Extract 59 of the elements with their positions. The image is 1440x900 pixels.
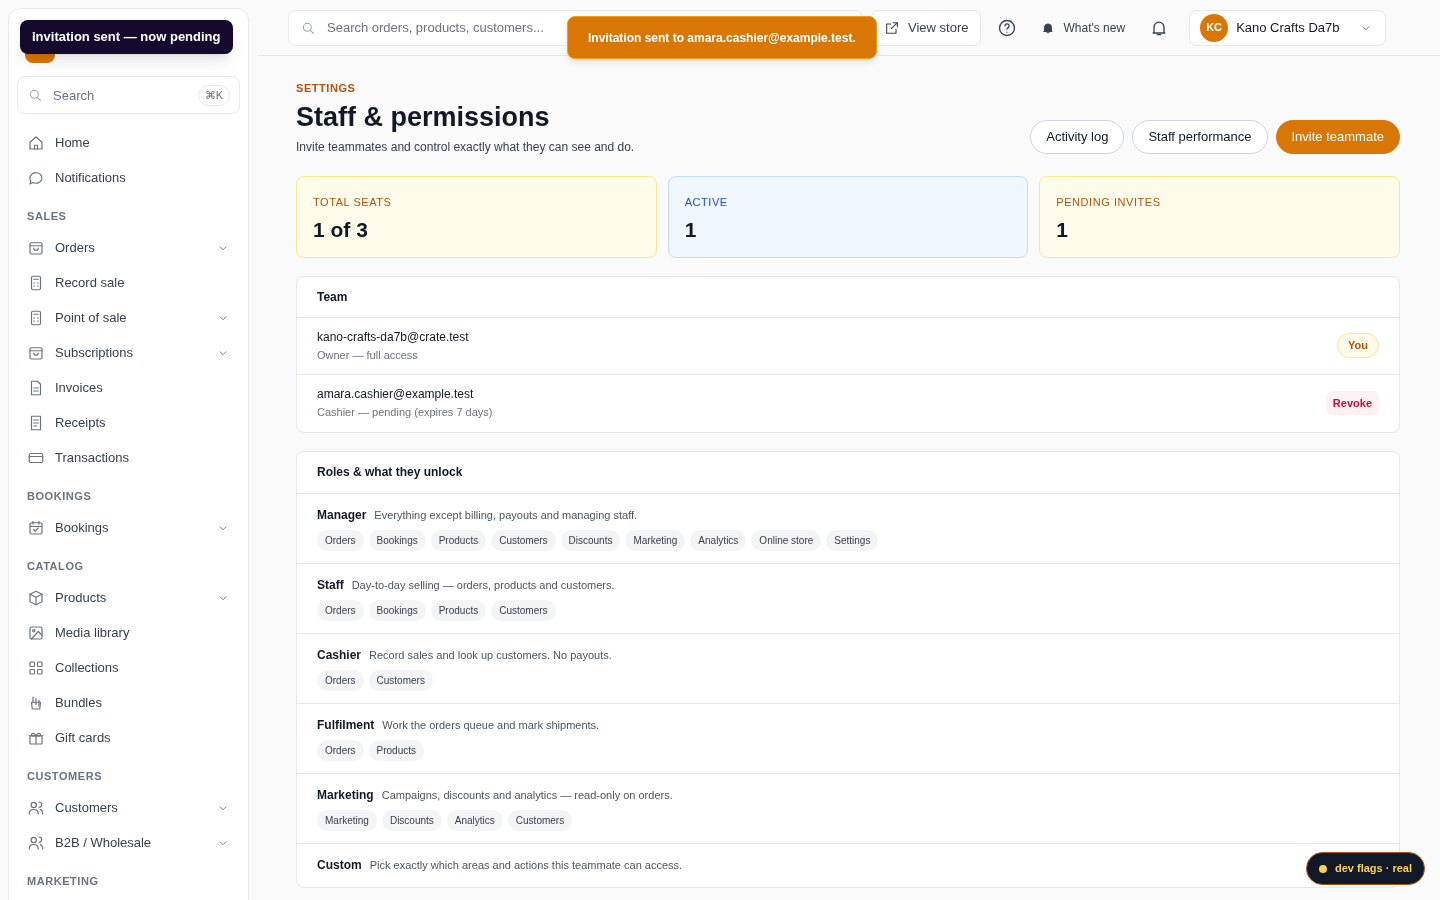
section-heading: CATALOG (26, 559, 85, 574)
area-tag: Online store (751, 529, 822, 551)
role-name: Fulfilment (317, 716, 375, 734)
member-email: kano-crafts-da7b@crate.test (317, 328, 469, 346)
eyebrow: SETTINGS (296, 81, 357, 96)
area-tag: Orders (317, 529, 364, 551)
area-tag: Orders (317, 599, 364, 621)
card-title: Team (297, 276, 1399, 318)
area-tag: Bookings (368, 529, 426, 551)
stat-value: 1 (684, 217, 698, 243)
area-tag: Marketing (317, 809, 377, 831)
role-description: Record sales and look up customers. No payouts. (369, 647, 612, 663)
role-name: Staff (317, 576, 344, 594)
role-name: Cashier (317, 646, 362, 664)
role-description: Pick exactly which areas and actions this teammate can access. (369, 857, 683, 873)
stat-label: TOTAL SEATS (313, 194, 393, 210)
avatar: KC (1200, 13, 1229, 42)
role-description: Work the orders queue and mark shipments. (382, 717, 600, 733)
area-tag: Discounts (560, 529, 621, 551)
section-heading: SALES (26, 209, 68, 224)
dev-flags-label: dev flags · real (1334, 861, 1412, 877)
area-tag: Discounts (381, 809, 442, 831)
role-name: Manager (317, 506, 367, 524)
stat-value: 1 (1056, 217, 1069, 243)
area-tag: Orders (317, 739, 364, 761)
stat-label: PENDING INVITES (1056, 194, 1162, 210)
area-tag: Settings (826, 529, 879, 551)
card-title: Roles & what they unlock (297, 451, 1399, 494)
area-tag: Products (430, 529, 487, 551)
area-tag: Analytics (446, 809, 503, 831)
area-tag: Customers (491, 529, 556, 551)
page-subtitle: Invite teammates and control exactly what they can see and do. (296, 138, 635, 156)
toast: Invitation sent to amara.cashier@example.test. (567, 16, 877, 59)
section-heading: BOOKINGS (26, 489, 93, 504)
stat-label: ACTIVE (684, 194, 729, 210)
account-name: Kano Crafts Da7b (1236, 18, 1340, 37)
tooltip: Invitation sent — now pending (20, 20, 233, 54)
role-name: Custom (317, 856, 362, 874)
member-email: amara.cashier@example.test (317, 386, 475, 404)
area-tag: Products (368, 739, 425, 761)
area-tag: Customers (507, 809, 573, 831)
area-tag: Customers (491, 599, 556, 621)
role-name: Marketing (317, 786, 374, 804)
section-heading: CUSTOMERS (26, 769, 104, 784)
area-tag: Marketing (625, 529, 686, 551)
you-badge: You (1337, 333, 1379, 358)
section-heading: MARKETING (26, 874, 100, 889)
area-tag: Orders (317, 669, 364, 691)
member-role: Owner — full access (317, 347, 419, 363)
stat-value: 1 of 3 (313, 217, 369, 243)
member-role: Cashier — pending (expires 7 days) (317, 405, 493, 421)
area-tag: Analytics (690, 529, 747, 551)
role-description: Campaigns, discounts and analytics — read-only on orders. (381, 787, 673, 803)
area-tag: Bookings (368, 599, 426, 621)
role-description: Everything except billing, payouts and managing staff. (374, 507, 638, 523)
area-tag: Products (430, 599, 487, 621)
area-tag: Customers (368, 669, 433, 691)
role-description: Day-to-day selling — orders, products and customers. (351, 577, 615, 593)
page-title: Staff & permissions (296, 100, 551, 134)
